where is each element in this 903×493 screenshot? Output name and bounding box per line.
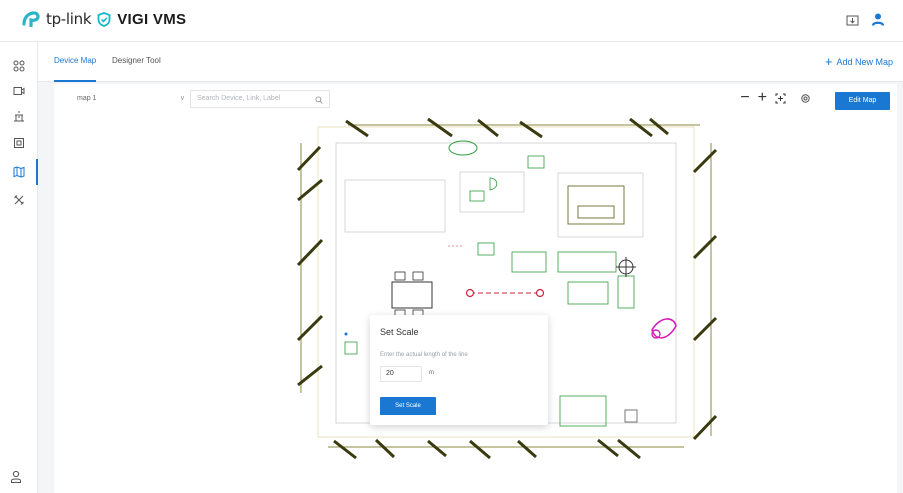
dialog-title: Set Scale bbox=[380, 327, 419, 337]
tools-icon bbox=[14, 195, 24, 205]
scale-unit: m bbox=[429, 370, 434, 376]
map-toolbar: − + bbox=[740, 90, 811, 106]
edit-map-button[interactable]: Edit Map bbox=[835, 92, 890, 110]
set-scale-button[interactable]: Set Scale bbox=[380, 397, 436, 415]
top-icons bbox=[846, 12, 885, 28]
add-new-map-button[interactable]: + Add New Map bbox=[825, 54, 893, 69]
map-icon bbox=[13, 166, 25, 178]
plus-icon: + bbox=[824, 54, 833, 69]
sidebar-item-tools[interactable] bbox=[9, 190, 29, 210]
add-new-map-label: Add New Map bbox=[836, 56, 893, 67]
download-icon[interactable] bbox=[846, 14, 859, 27]
tplink-logo-icon bbox=[22, 11, 40, 27]
tab-device-map[interactable]: Device Map bbox=[54, 56, 97, 82]
sidebar-item-dashboard[interactable] bbox=[9, 56, 29, 76]
tplink-wordmark: tp-link bbox=[46, 10, 92, 28]
brand: tp-link VIGI VMS bbox=[20, 10, 186, 28]
map-select[interactable]: map 1 ∨ bbox=[70, 90, 192, 108]
scale-length-input[interactable]: 20 bbox=[380, 366, 422, 382]
top-bar: tp-link VIGI VMS bbox=[0, 0, 903, 42]
sidebar-item-map[interactable] bbox=[9, 162, 29, 182]
playback-icon bbox=[14, 138, 24, 148]
user-avatar-icon[interactable] bbox=[871, 12, 885, 28]
chevron-down-icon: ∨ bbox=[179, 95, 185, 102]
fit-screen-icon[interactable] bbox=[775, 93, 786, 104]
sidebar-item-account[interactable] bbox=[10, 470, 22, 489]
search-icon bbox=[315, 96, 323, 104]
sidebar-item-live-view[interactable] bbox=[9, 81, 29, 101]
set-scale-dialog: Set Scale Enter the actual length of the… bbox=[370, 315, 548, 425]
sidebar-item-alarms[interactable] bbox=[9, 106, 29, 126]
map-select-value: map 1 bbox=[77, 95, 97, 102]
sidebar-item-playback[interactable] bbox=[9, 133, 29, 153]
tab-designer-tool[interactable]: Designer Tool bbox=[112, 56, 161, 82]
settings-icon[interactable] bbox=[800, 93, 811, 104]
product-name: VIGI VMS bbox=[117, 10, 187, 28]
tab-bar: Device Map Designer Tool + Add New Map bbox=[38, 42, 903, 82]
alarm-icon bbox=[14, 111, 24, 122]
sidebar bbox=[0, 42, 38, 493]
zoom-in-button[interactable]: + bbox=[758, 90, 767, 106]
map-panel bbox=[54, 84, 897, 493]
search-field[interactable]: Search Device, Link, Label bbox=[190, 90, 330, 108]
search-placeholder: Search Device, Link, Label bbox=[197, 95, 281, 102]
zoom-out-button[interactable]: − bbox=[740, 90, 749, 106]
vigi-shield-icon bbox=[97, 11, 111, 27]
account-icon bbox=[11, 470, 21, 483]
main-content: Device Map Designer Tool + Add New Map bbox=[38, 42, 903, 493]
camera-icon bbox=[13, 87, 25, 95]
dialog-hint: Enter the actual length of the line bbox=[380, 352, 468, 358]
dashboard-icon bbox=[13, 60, 25, 72]
